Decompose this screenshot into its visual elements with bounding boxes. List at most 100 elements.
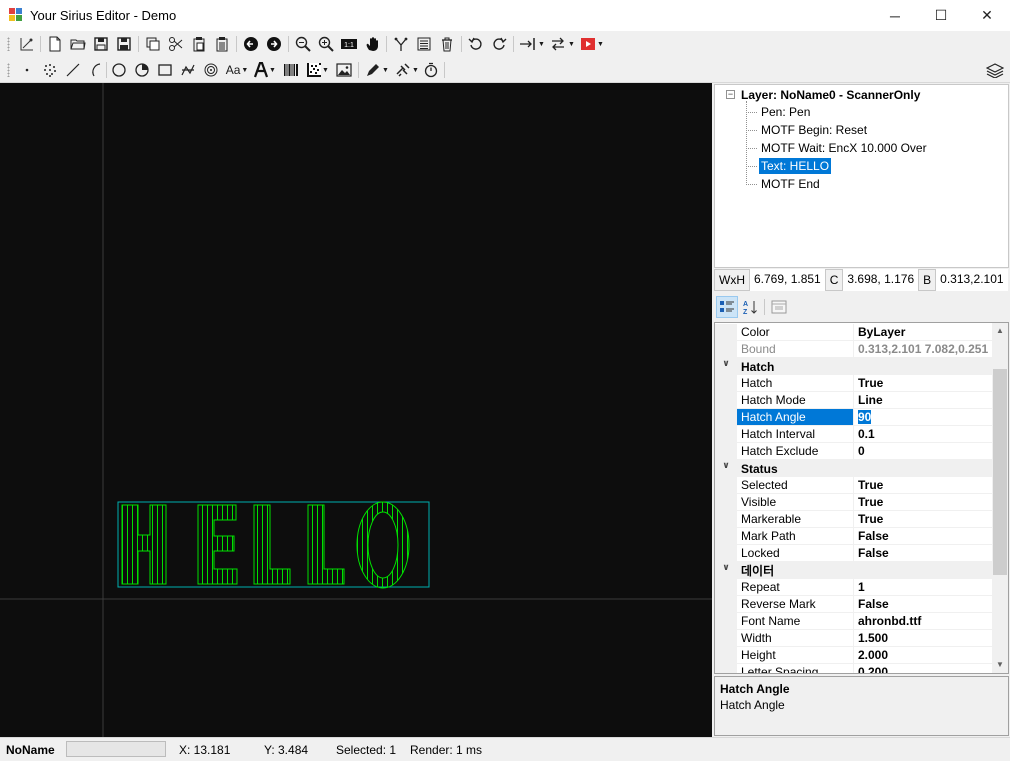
arrow-left-icon[interactable]	[241, 34, 261, 54]
pan-hand-icon[interactable]	[362, 34, 382, 54]
property-row[interactable]: Hatch Mode Line	[715, 392, 994, 409]
property-value[interactable]: True	[854, 494, 994, 511]
toolbar-grip[interactable]	[7, 63, 10, 77]
canvas-svg[interactable]	[0, 83, 712, 737]
arrow-right-icon[interactable]	[264, 34, 284, 54]
toolbar-grip[interactable]	[7, 37, 10, 51]
property-row[interactable]: Mark Path False	[715, 528, 994, 545]
property-value[interactable]: 90	[854, 409, 994, 426]
property-row[interactable]: Hatch Angle 90	[715, 409, 994, 426]
property-value[interactable]: False	[854, 596, 994, 613]
collapse-chevron-icon[interactable]: ∨	[715, 460, 737, 477]
axis-icon[interactable]	[17, 34, 37, 54]
property-value[interactable]: Line	[854, 392, 994, 409]
close-button[interactable]: ✕	[964, 0, 1010, 31]
rectangle-icon[interactable]	[155, 60, 175, 80]
pen-icon[interactable]: ▼	[363, 60, 391, 80]
timer-icon[interactable]	[421, 60, 441, 80]
alphabetical-icon[interactable]: AZ	[739, 296, 761, 318]
line-icon[interactable]	[63, 60, 83, 80]
points-icon[interactable]	[40, 60, 60, 80]
property-row[interactable]: Letter Spacing 0.200	[715, 664, 994, 673]
spiral-icon[interactable]	[178, 60, 198, 80]
laser-icon[interactable]: ▼	[393, 60, 421, 80]
property-category[interactable]: ∨ Hatch	[715, 358, 994, 375]
cut-icon[interactable]	[166, 34, 186, 54]
new-file-icon[interactable]	[45, 34, 65, 54]
text-icon[interactable]: Aa ▼	[224, 60, 250, 80]
save-icon[interactable]	[91, 34, 111, 54]
property-row[interactable]: Hatch Interval 0.1	[715, 426, 994, 443]
scroll-down-icon[interactable]: ▼	[992, 657, 1008, 673]
property-row[interactable]: Reverse Mark False	[715, 596, 994, 613]
property-value[interactable]: 0.200	[854, 664, 994, 673]
property-row[interactable]: Visible True	[715, 494, 994, 511]
mark-icon[interactable]: ▼	[578, 34, 606, 54]
property-pages-icon[interactable]	[768, 296, 790, 318]
property-value[interactable]: False	[854, 545, 994, 562]
tree-item-motf-end[interactable]: MOTF End	[759, 176, 822, 192]
trepan-icon[interactable]	[132, 60, 152, 80]
copy-icon[interactable]	[143, 34, 163, 54]
property-value[interactable]: True	[854, 375, 994, 392]
datamatrix-icon[interactable]: ▼	[305, 60, 331, 80]
tree-item-motf-begin[interactable]: MOTF Begin: Reset	[759, 122, 869, 138]
categorized-icon[interactable]	[716, 296, 738, 318]
entity-tree[interactable]: − Layer: NoName0 - ScannerOnly Pen: Pen …	[714, 84, 1009, 268]
tree-collapse-icon[interactable]: −	[726, 90, 735, 99]
property-value[interactable]: 0	[854, 443, 994, 460]
undo-icon[interactable]	[466, 34, 486, 54]
property-grid-scrollbar[interactable]: ▲ ▼	[992, 323, 1008, 673]
property-value[interactable]: 0.313,2.101 7.082,0.251	[854, 341, 994, 358]
circle-icon[interactable]	[109, 60, 129, 80]
spiral-circle-icon[interactable]	[201, 60, 221, 80]
property-row[interactable]: Bound 0.313,2.101 7.082,0.251	[715, 341, 994, 358]
open-folder-icon[interactable]	[68, 34, 88, 54]
arrange-icon[interactable]: ▼	[548, 34, 576, 54]
property-row[interactable]: Font Name ahronbd.ttf	[715, 613, 994, 630]
scroll-up-icon[interactable]: ▲	[992, 323, 1008, 339]
property-value[interactable]: 1.500	[854, 630, 994, 647]
property-value[interactable]: True	[854, 477, 994, 494]
explode-icon[interactable]	[391, 34, 411, 54]
list-icon[interactable]	[414, 34, 434, 54]
tree-root-layer[interactable]: Layer: NoName0 - ScannerOnly	[741, 88, 920, 102]
redo-icon[interactable]	[489, 34, 509, 54]
tree-item-pen[interactable]: Pen: Pen	[759, 104, 812, 120]
property-value[interactable]: False	[854, 528, 994, 545]
tree-item-motf-wait[interactable]: MOTF Wait: EncX 10.000 Over	[759, 140, 929, 156]
property-category[interactable]: ∨ 데이터	[715, 562, 994, 579]
zoom-in-icon[interactable]	[316, 34, 336, 54]
property-category[interactable]: ∨ Status	[715, 460, 994, 477]
paste-array-icon[interactable]	[212, 34, 232, 54]
tree-item-text-hello[interactable]: Text: HELLO	[759, 158, 832, 174]
property-grid[interactable]: Color ByLayer Bound 0.313,2.101 7.082,0.251…	[714, 322, 1009, 674]
property-row[interactable]: Height 2.000	[715, 647, 994, 664]
property-value[interactable]: 2.000	[854, 647, 994, 664]
property-row[interactable]: Markerable True	[715, 511, 994, 528]
delete-icon[interactable]	[437, 34, 457, 54]
property-row[interactable]: Width 1.500	[715, 630, 994, 647]
big-text-icon[interactable]: ▼	[253, 60, 277, 80]
minimize-button[interactable]: ─	[872, 0, 918, 31]
point-icon[interactable]	[17, 60, 37, 80]
property-row[interactable]: Hatch True	[715, 375, 994, 392]
drawing-canvas[interactable]	[0, 83, 712, 737]
property-row[interactable]: Hatch Exclude 0	[715, 443, 994, 460]
maximize-button[interactable]: ☐	[918, 0, 964, 31]
scroll-thumb[interactable]	[993, 369, 1007, 575]
collapse-chevron-icon[interactable]: ∨	[715, 562, 737, 579]
property-value[interactable]: ByLayer	[854, 324, 994, 341]
image-icon[interactable]	[334, 60, 354, 80]
property-row[interactable]: Locked False	[715, 545, 994, 562]
property-value[interactable]: 0.1	[854, 426, 994, 443]
property-row[interactable]: Color ByLayer	[715, 324, 994, 341]
align-icon[interactable]: ▼	[518, 34, 546, 54]
property-value[interactable]: ahronbd.ttf	[854, 613, 994, 630]
property-row[interactable]: Repeat 1	[715, 579, 994, 596]
save-as-icon[interactable]	[114, 34, 134, 54]
barcode-icon[interactable]	[281, 60, 301, 80]
arc-icon[interactable]	[86, 60, 106, 80]
property-value[interactable]: 1	[854, 579, 994, 596]
property-row[interactable]: Selected True	[715, 477, 994, 494]
